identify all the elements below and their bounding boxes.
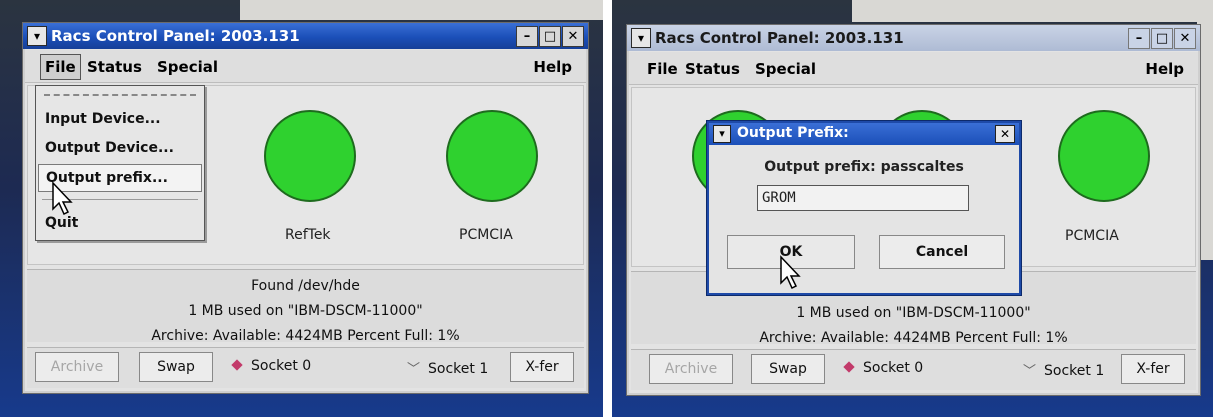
menu-status[interactable]: Status xyxy=(83,57,146,77)
cancel-button[interactable]: Cancel xyxy=(879,235,1005,269)
status-usage: 1 MB used on "IBM-DSCM-11000" xyxy=(796,305,1031,321)
socket-1-label: Socket 1 xyxy=(1044,363,1105,379)
pcmcia-label: PCMCIA xyxy=(1065,228,1119,244)
dialog-prompt: Output prefix: passcaltes xyxy=(764,159,964,175)
pcmcia-status-led xyxy=(446,110,538,202)
dialog-menu-icon[interactable]: ▾ xyxy=(713,125,731,143)
background-wall xyxy=(240,0,603,20)
output-prefix-input[interactable]: GROM xyxy=(757,185,969,211)
socket-0-label: Socket 0 xyxy=(251,358,312,374)
menu-help[interactable]: Help xyxy=(529,57,576,77)
menu-item-input-device[interactable]: Input Device... xyxy=(38,106,202,132)
status-archive: Archive: Available: 4424MB Percent Full:… xyxy=(759,330,1068,346)
xfer-button[interactable]: X-fer xyxy=(510,352,574,382)
right-photo: ▾ Racs Control Panel: 2003.131 – □ ✕ Fil… xyxy=(612,0,1213,417)
menu-file[interactable]: File xyxy=(40,54,81,80)
minimize-icon[interactable]: – xyxy=(516,26,538,47)
chevron-down-icon: ﹀ xyxy=(1023,364,1037,379)
maximize-icon[interactable]: □ xyxy=(1151,28,1173,49)
pcmcia-label: PCMCIA xyxy=(459,227,513,243)
title-bar: ▾ Racs Control Panel: 2003.131 – □ ✕ xyxy=(627,25,1200,51)
menu-bar: File Status Special Help xyxy=(25,50,586,83)
menu-file[interactable]: File xyxy=(643,59,682,79)
close-icon[interactable]: ✕ xyxy=(1174,28,1196,49)
title-bar: ▾ Racs Control Panel: 2003.131 – □ ✕ xyxy=(23,23,588,49)
pcmcia-status-led xyxy=(1058,110,1150,202)
window-menu-icon[interactable]: ▾ xyxy=(631,28,651,48)
menu-special[interactable]: Special xyxy=(153,57,222,77)
socket-0-label: Socket 0 xyxy=(863,360,924,376)
bottom-toolbar: Archive Swap Socket 0 ﹀ Socket 1 X-fer xyxy=(631,349,1196,390)
archive-button[interactable]: Archive xyxy=(35,352,119,382)
socket-0[interactable]: Socket 0 xyxy=(231,358,312,374)
menu-item-output-device[interactable]: Output Device... xyxy=(38,135,202,161)
menu-help[interactable]: Help xyxy=(1141,59,1188,79)
status-found: Found /dev/hde xyxy=(251,278,360,294)
status-area: Found /dev/hde 1 MB used on "IBM-DSCM-11… xyxy=(27,269,584,344)
window-title: Racs Control Panel: 2003.131 xyxy=(655,29,904,47)
minimize-icon[interactable]: – xyxy=(1128,28,1150,49)
mouse-pointer-icon xyxy=(52,181,73,216)
socket-diamond-icon xyxy=(231,359,243,371)
menu-special[interactable]: Special xyxy=(751,59,820,79)
chevron-down-icon: ﹀ xyxy=(407,362,421,377)
dialog-close-icon[interactable]: ✕ xyxy=(995,125,1015,143)
socket-1-label: Socket 1 xyxy=(428,361,489,377)
close-icon[interactable]: ✕ xyxy=(562,26,584,47)
dialog-title-bar: ▾ Output Prefix: ✕ xyxy=(709,123,1019,145)
status-archive: Archive: Available: 4424MB Percent Full:… xyxy=(151,328,460,344)
xfer-button[interactable]: X-fer xyxy=(1121,354,1185,384)
socket-diamond-icon xyxy=(843,361,855,373)
socket-0[interactable]: Socket 0 xyxy=(843,360,924,376)
reftek-status-led xyxy=(264,110,356,202)
archive-button[interactable]: Archive xyxy=(649,354,733,384)
swap-button[interactable]: Swap xyxy=(139,352,213,382)
racs-control-panel-window: ▾ Racs Control Panel: 2003.131 – □ ✕ Fil… xyxy=(22,22,589,394)
socket-1[interactable]: ﹀ Socket 1 xyxy=(1023,360,1104,379)
socket-1[interactable]: ﹀ Socket 1 xyxy=(407,358,488,377)
racs-control-panel-window: ▾ Racs Control Panel: 2003.131 – □ ✕ Fil… xyxy=(626,24,1201,396)
background-wall xyxy=(852,0,1213,22)
bottom-toolbar: Archive Swap Socket 0 ﹀ Socket 1 X-fer xyxy=(27,347,584,388)
menu-bar: File Status Special Help xyxy=(629,52,1198,85)
file-menu-dropdown: Input Device... Output Device... Output … xyxy=(35,85,205,241)
output-prefix-dialog: ▾ Output Prefix: ✕ Output prefix: passca… xyxy=(707,121,1021,295)
menu-status[interactable]: Status xyxy=(681,59,744,79)
reftek-label: RefTek xyxy=(285,227,331,243)
swap-button[interactable]: Swap xyxy=(751,354,825,384)
status-usage: 1 MB used on "IBM-DSCM-11000" xyxy=(188,303,423,319)
maximize-icon[interactable]: □ xyxy=(539,26,561,47)
dialog-title: Output Prefix: xyxy=(737,125,849,141)
mouse-pointer-icon xyxy=(780,255,801,290)
window-menu-icon[interactable]: ▾ xyxy=(27,26,47,46)
window-title: Racs Control Panel: 2003.131 xyxy=(51,27,300,45)
tearoff-line[interactable] xyxy=(44,94,196,96)
left-photo: ▾ Racs Control Panel: 2003.131 – □ ✕ Fil… xyxy=(0,0,603,417)
